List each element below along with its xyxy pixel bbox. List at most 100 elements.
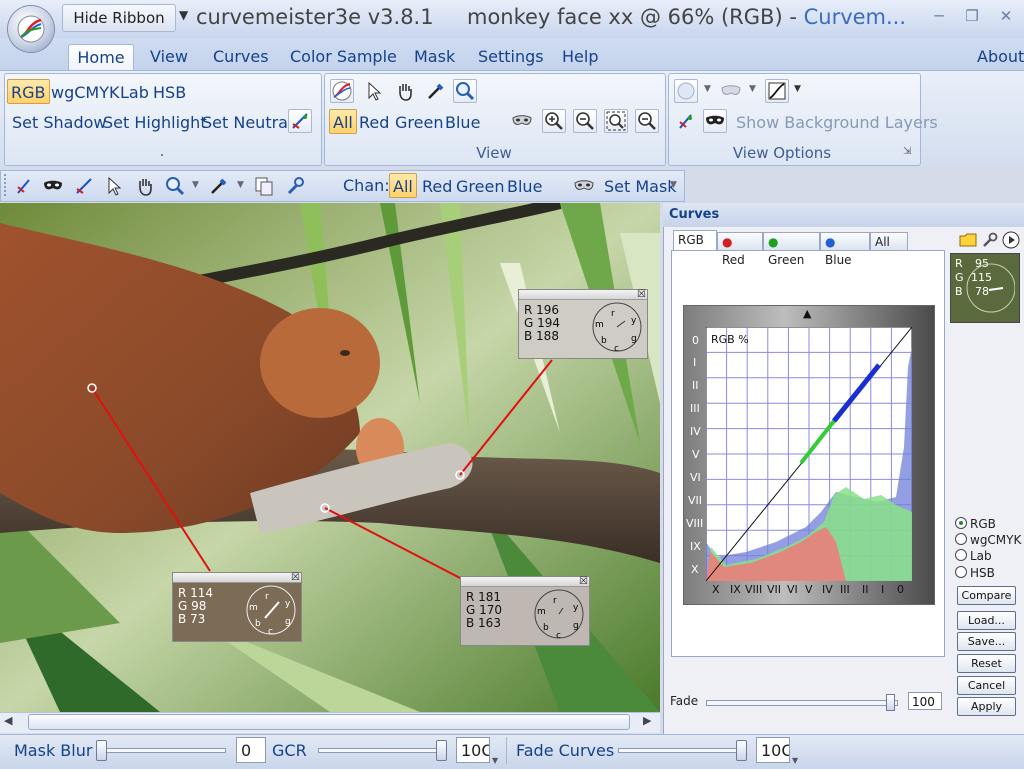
- dialog-launcher-icon[interactable]: ⇲: [903, 146, 911, 157]
- compare-button[interactable]: Compare: [957, 586, 1016, 605]
- gcr-slider[interactable]: [318, 748, 444, 753]
- about-link[interactable]: About: [977, 44, 1024, 70]
- tab-color-sample[interactable]: Color Sample: [290, 44, 397, 70]
- load-button[interactable]: Load...: [957, 611, 1016, 630]
- hand-pan-icon[interactable]: [393, 79, 417, 103]
- eyedropper-icon[interactable]: [207, 174, 231, 198]
- app-menu-orb[interactable]: [8, 6, 54, 52]
- copy-icon[interactable]: [252, 174, 276, 198]
- sample-tool-icon[interactable]: [12, 174, 36, 198]
- save-button[interactable]: Save...: [957, 632, 1016, 651]
- curves-tab-red[interactable]: ● Red: [717, 232, 763, 267]
- hide-ribbon-button[interactable]: Hide Ribbon: [62, 4, 176, 32]
- mode-rgb-button[interactable]: RGB: [7, 79, 50, 104]
- mode-radio-wgcmyk[interactable]: wgCMYK: [955, 533, 1021, 547]
- tab-settings[interactable]: Settings: [478, 44, 544, 70]
- minimize-icon[interactable]: ─: [928, 6, 950, 26]
- curves-tab-rgb[interactable]: RGB: [673, 230, 717, 250]
- mask-icon[interactable]: [572, 174, 596, 198]
- fade-curves-dropdown-icon[interactable]: ▼: [792, 756, 798, 765]
- channel-blue-button[interactable]: Blue: [503, 173, 546, 198]
- hand-pan-icon[interactable]: [133, 174, 157, 198]
- close-icon[interactable]: ☒: [637, 289, 646, 300]
- close-icon[interactable]: ✕: [995, 6, 1017, 26]
- curves-tab-all[interactable]: All: [870, 232, 908, 250]
- fade-slider-thumb[interactable]: [886, 694, 895, 711]
- fade-curves-slider[interactable]: [618, 748, 744, 753]
- scrollbar-thumb[interactable]: [28, 714, 630, 730]
- wrench-icon[interactable]: [283, 174, 307, 198]
- sample-readout-3[interactable]: ☒ R 181 G 170 B 163 rymgbc: [460, 576, 590, 646]
- tab-help[interactable]: Help: [562, 44, 598, 70]
- sample-readout-1[interactable]: ☒ R 196 G 194 B 188 rymgbc: [518, 289, 648, 359]
- zoom-dropdown-icon[interactable]: ▼: [192, 180, 199, 190]
- pointer-icon[interactable]: [362, 79, 386, 103]
- mask-view-icon[interactable]: [41, 174, 65, 198]
- quick-access-dropdown-icon[interactable]: ▼: [179, 8, 188, 22]
- fade-value-input[interactable]: 100: [908, 692, 942, 710]
- set-neutral-button[interactable]: Set Neutral: [198, 109, 296, 134]
- background-dropdown-icon[interactable]: ▼: [704, 84, 711, 94]
- wrench-icon[interactable]: [980, 230, 1000, 250]
- folder-icon[interactable]: [958, 230, 978, 250]
- play-icon[interactable]: [1001, 230, 1021, 250]
- mode-wgcmyk-button[interactable]: wgCMYK: [47, 79, 123, 104]
- eyedropper-icon[interactable]: [424, 79, 448, 103]
- scroll-right-icon[interactable]: ▶: [643, 714, 651, 727]
- zoom-in-icon[interactable]: [542, 109, 566, 133]
- gcr-slider-thumb[interactable]: [436, 740, 447, 761]
- magnifier-icon[interactable]: [453, 79, 477, 103]
- reset-button[interactable]: Reset: [957, 654, 1016, 673]
- mode-lab-button[interactable]: Lab: [116, 79, 153, 104]
- mode-radio-hsb[interactable]: HSB: [955, 566, 995, 580]
- overlay-mask-icon[interactable]: [719, 79, 743, 103]
- sample-readout-2[interactable]: ☒ R 114 G 98 B 73 rymgbc: [172, 572, 302, 642]
- auto-neutral-icon[interactable]: [72, 174, 96, 198]
- view-blue-button[interactable]: Blue: [441, 109, 484, 134]
- curve-tool-icon[interactable]: [330, 79, 354, 103]
- mask-view-icon[interactable]: [703, 109, 727, 133]
- mode-radio-rgb[interactable]: RGB: [955, 517, 996, 531]
- fade-curves-slider-thumb[interactable]: [736, 740, 747, 761]
- restore-icon[interactable]: ❐: [961, 6, 983, 26]
- tab-mask[interactable]: Mask: [414, 44, 455, 70]
- set-highlight-button[interactable]: Set Highlight: [99, 109, 211, 134]
- eyedropper-dropdown-icon[interactable]: ▼: [237, 180, 244, 190]
- overlay-dropdown-icon[interactable]: ▼: [749, 84, 756, 94]
- close-icon[interactable]: ☒: [579, 576, 588, 587]
- zoom-actual-icon[interactable]: [635, 109, 659, 133]
- scroll-left-icon[interactable]: ◀: [4, 714, 12, 727]
- set-mask-button[interactable]: Set Mask: [600, 173, 681, 198]
- zoom-fit-icon[interactable]: [604, 109, 628, 133]
- mask-blur-slider[interactable]: [100, 748, 226, 753]
- pointer-icon[interactable]: [102, 174, 126, 198]
- mask-blur-value-input[interactable]: 0: [236, 737, 266, 763]
- curves-tab-blue[interactable]: ● Blue: [820, 232, 870, 267]
- show-background-layers-button[interactable]: Show Background Layers: [732, 109, 942, 134]
- channel-red-button[interactable]: Red: [418, 173, 456, 198]
- tab-curves[interactable]: Curves: [213, 44, 269, 70]
- sample-tool-icon[interactable]: [674, 109, 698, 133]
- mask-icon[interactable]: [510, 109, 534, 133]
- curve-graph[interactable]: RGB %: [706, 327, 912, 581]
- cancel-button[interactable]: Cancel: [957, 676, 1016, 695]
- gcr-dropdown-icon[interactable]: ▼: [492, 756, 498, 765]
- set-mask-dropdown-icon[interactable]: ▼: [670, 180, 677, 190]
- background-circle-icon[interactable]: [674, 79, 698, 103]
- apply-button[interactable]: Apply: [957, 697, 1016, 716]
- view-green-button[interactable]: Green: [391, 109, 447, 134]
- channel-all-button[interactable]: All: [389, 173, 417, 198]
- magnifier-icon[interactable]: [163, 174, 187, 198]
- curve-display-icon[interactable]: [765, 79, 789, 103]
- view-all-button[interactable]: All: [329, 109, 357, 134]
- fade-slider[interactable]: [706, 700, 898, 706]
- mode-hsb-button[interactable]: HSB: [149, 79, 190, 104]
- channel-green-button[interactable]: Green: [452, 173, 508, 198]
- close-icon[interactable]: ☒: [291, 572, 300, 583]
- mode-radio-lab[interactable]: Lab: [955, 549, 992, 563]
- curve-display-dropdown-icon[interactable]: ▼: [794, 84, 801, 94]
- tab-home[interactable]: Home: [68, 44, 134, 71]
- view-red-button[interactable]: Red: [355, 109, 393, 134]
- set-shadow-button[interactable]: Set Shadow: [8, 109, 111, 134]
- mask-blur-slider-thumb[interactable]: [96, 740, 107, 761]
